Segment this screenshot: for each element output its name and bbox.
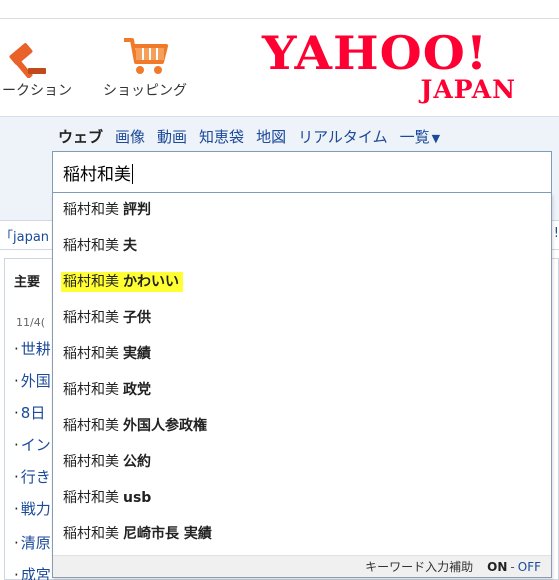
suggestion-query: 稲村和美 [63,238,119,254]
suggestion-completion: 政党 [123,382,151,398]
keyword-assist-label: キーワード入力補助 [365,560,474,574]
suggestion-query: 稲村和美 [63,202,119,218]
search-category-tabs: ウェブ 画像 動画 知恵袋 地図 リアルタイム 一覧 ▼ [58,126,440,147]
news-item-text: 行き [20,468,51,486]
tab-chiebukuro[interactable]: 知恵袋 [199,126,244,147]
notice-link[interactable]: 「japan [0,226,49,245]
tab-images[interactable]: 画像 [115,126,145,147]
news-item[interactable]: · 外国 [14,370,51,391]
suggestion-item[interactable]: 稲村和美 外国人参政権 [53,409,551,445]
suggestion-item-highlighted[interactable]: 稲村和美 かわいい [53,265,551,301]
tab-realtime[interactable]: リアルタイム [298,126,388,147]
suggestion-completion: 評判 [123,202,151,218]
text-cursor [132,164,133,184]
caret-down-icon: ▼ [431,132,441,145]
news-item[interactable]: · 清原 [14,532,51,553]
news-item[interactable]: · 戦力 [14,498,51,519]
news-item[interactable]: · 成宮 [14,564,51,580]
gavel-icon [9,43,46,78]
tab-map[interactable]: 地図 [256,126,286,147]
tab-more[interactable]: 一覧 ▼ [400,126,440,147]
suggestion-item[interactable]: 稲村和美 評判 [53,193,551,229]
suggestion-query: 稲村和美 [63,526,119,542]
suggestion-completion: usb [123,490,152,506]
news-item-text: 成宮 [20,566,51,580]
suggestion-item[interactable]: 稲村和美夫 [53,229,551,265]
tab-video[interactable]: 動画 [157,126,187,147]
suggestion-footer: キーワード入力補助 ON - OFF [53,555,551,577]
assist-off-toggle[interactable]: OFF [518,560,541,574]
notice-link-right[interactable]: ! [554,226,559,241]
assist-on-toggle[interactable]: ON [487,560,507,574]
yahoo-japan-logo[interactable]: YAHOO! JAPAN [262,28,530,104]
search-input-value: 稲村和美 [63,165,131,185]
news-item[interactable]: · 世耕 [14,338,51,359]
suggestion-item[interactable]: 稲村和美 usb [53,481,551,517]
news-item[interactable]: · イン [14,434,51,455]
suggestion-item[interactable]: 稲村和美 実績 [53,337,551,373]
auction-label: ークション [2,83,72,99]
news-item-text: 外国 [20,372,51,390]
suggestion-item[interactable]: 稲村和美 尼崎市長 実績 [53,517,551,553]
news-item-text: 世耕 [20,340,51,358]
news-item[interactable]: · 8日 [14,402,45,423]
suggestion-completion: 夫 [123,238,137,254]
news-item-text: 8日 [20,404,46,422]
assist-separator: - [510,560,515,574]
tab-more-label: 一覧 [399,128,430,146]
suggestion-item[interactable]: 稲村和美 子供 [53,301,551,337]
auction-service-link[interactable]: ークション [0,34,80,100]
suggestion-completion: 尼崎市長 実績 [123,526,212,542]
suggestion-query: 稲村和美 [63,418,119,434]
suggestion-query: 稲村和美 [63,454,119,470]
suggestion-completion: かわいい [123,274,179,290]
search-input[interactable]: 稲村和美 [52,151,552,193]
shopping-service-link[interactable]: ショッピング [98,34,192,100]
suggestion-completion: 子供 [123,310,151,326]
shopping-cart-icon [124,38,168,74]
logo-sub-text: JAPAN [420,75,516,104]
news-item-text: 清原 [20,534,51,552]
suggestion-query: 稲村和美 [63,310,119,326]
tab-web[interactable]: ウェブ [58,126,103,147]
news-item-text: 戦力 [20,500,51,518]
suggestion-completion: 実績 [123,346,151,362]
search-suggestions-dropdown: 稲村和美 評判 稲村和美夫 稲村和美 かわいい 稲村和美 子供 稲村和美 実績 稲村和美… [52,193,552,578]
logo-main-text: YAHOO! [262,26,489,80]
top-divider [0,18,559,19]
news-date: 11/4( [16,316,45,329]
suggestion-query: 稲村和美 [63,346,119,362]
suggestion-query: 稲村和美 [63,490,119,506]
suggestion-query: 稲村和美 [63,382,119,398]
shopping-label: ショッピング [103,83,187,99]
news-item-text: イン [20,436,51,454]
suggestion-completion: 公約 [123,454,151,470]
news-tab-main[interactable]: 主要 [14,271,40,290]
suggestion-highlight: 稲村和美 かわいい [61,272,183,292]
suggestion-item[interactable]: 稲村和美 公約 [53,445,551,481]
suggestion-query: 稲村和美 [63,274,119,290]
news-item[interactable]: · 行き [14,466,51,487]
suggestion-item[interactable]: 稲村和美 政党 [53,373,551,409]
suggestion-completion: 外国人参政権 [123,418,207,434]
